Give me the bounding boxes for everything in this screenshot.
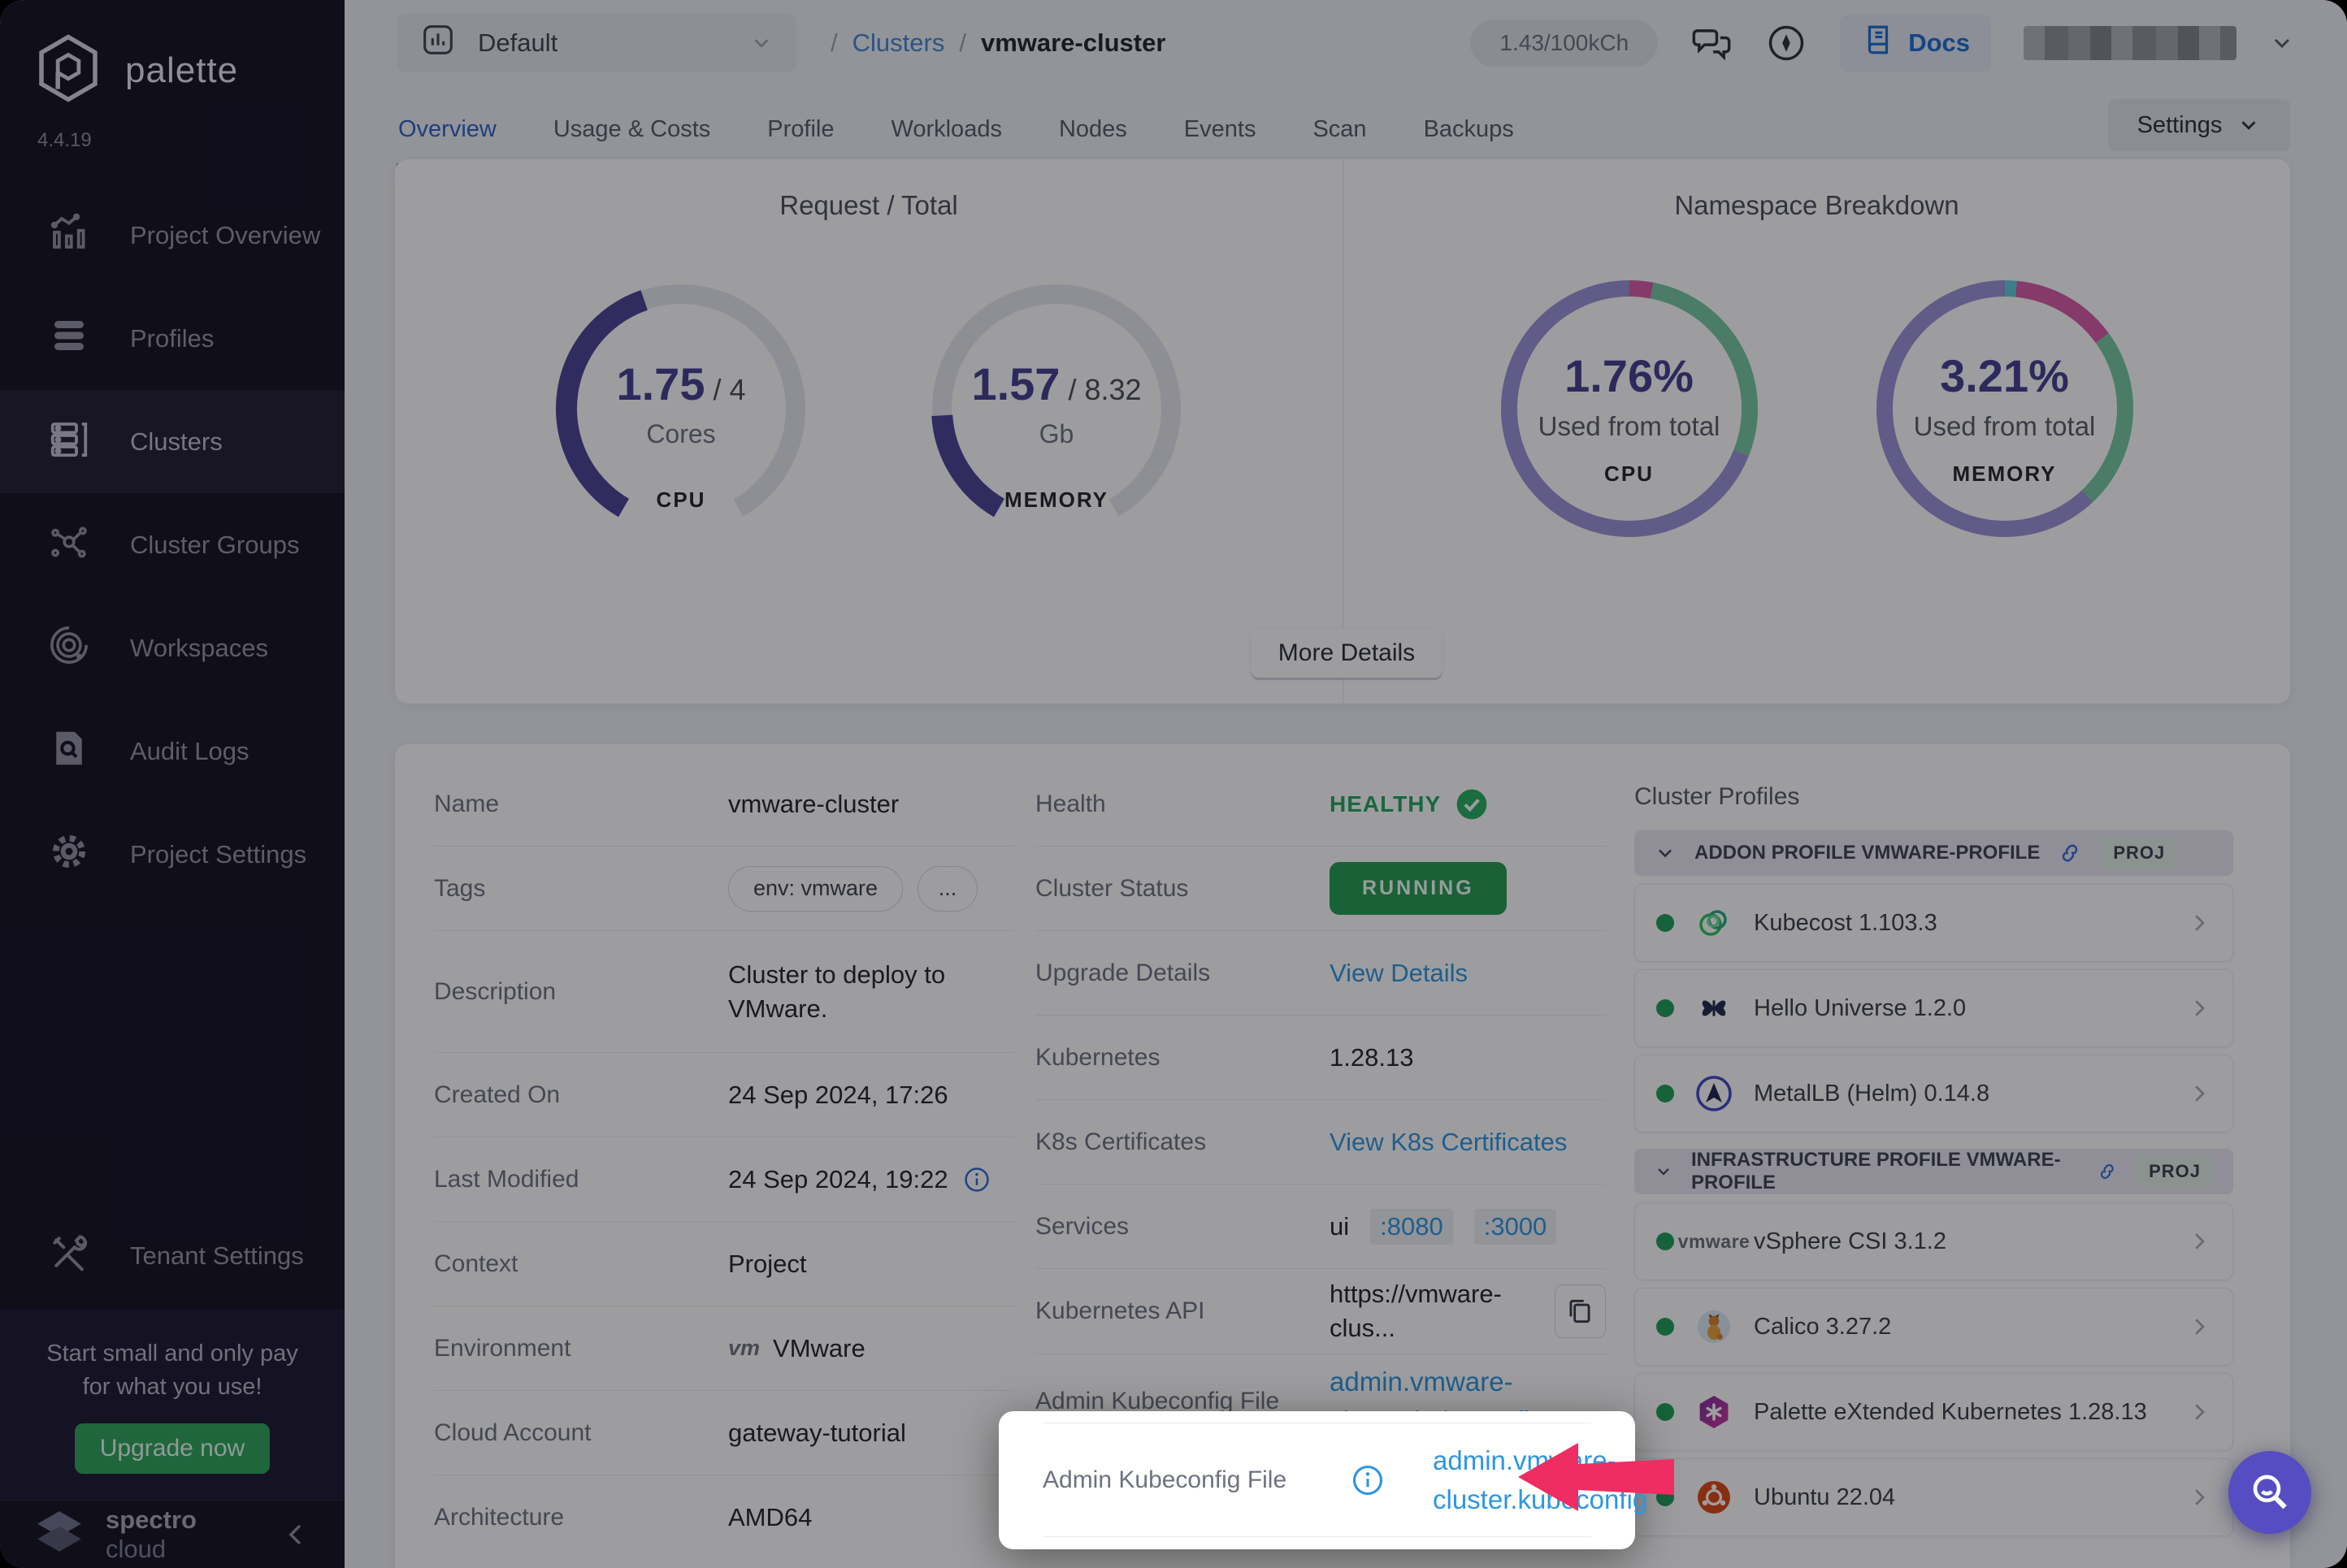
spotlight-search-fab[interactable] [2228, 1451, 2311, 1534]
row-label: Admin Kubeconfig File [1043, 1466, 1337, 1494]
pink-arrow-icon [1513, 1435, 1676, 1521]
info-icon[interactable] [1350, 1462, 1386, 1498]
palette-app-window: palette 4.4.19 Project Overview Profiles… [0, 0, 2347, 1568]
tour-dim-overlay [0, 0, 2347, 1568]
magnifier-icon [2247, 1470, 2293, 1515]
tour-arrow-annotation [1513, 1435, 1676, 1525]
